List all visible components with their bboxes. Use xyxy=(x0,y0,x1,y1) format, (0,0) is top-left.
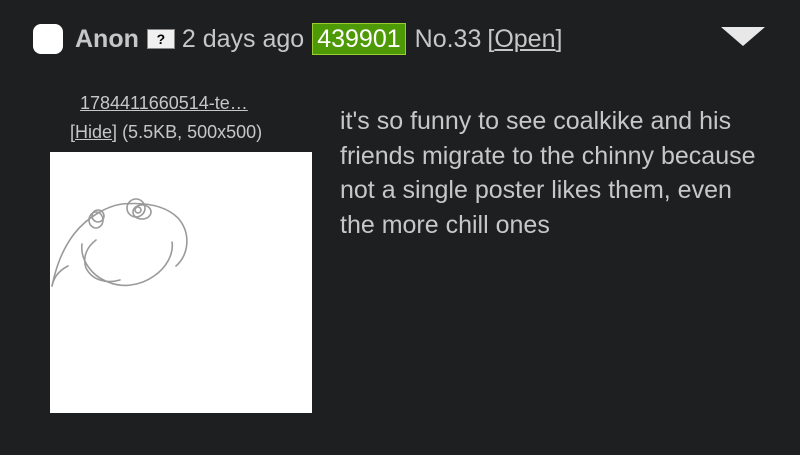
chevron-down-icon[interactable] xyxy=(721,27,765,46)
file-name-link[interactable]: 1784411660514-te… xyxy=(80,93,248,114)
post-header: Anon ? 2 days ago 439901 No.33 [Open] xyxy=(33,22,562,56)
post-select-checkbox[interactable] xyxy=(33,24,63,54)
post-number[interactable]: No.33 xyxy=(415,25,482,54)
unknown-flag-icon: ? xyxy=(146,29,175,49)
post-time: 2 days ago xyxy=(181,24,305,53)
poster-id-badge[interactable]: 439901 xyxy=(312,23,406,55)
file-meta: (5.5KB, 500x500) xyxy=(117,122,263,142)
smiley-drawing xyxy=(51,198,188,287)
open-link[interactable]: Open xyxy=(494,25,555,53)
hide-link[interactable]: Hide xyxy=(75,122,112,142)
file-info: [Hide] (5.5KB, 500x500) xyxy=(70,122,263,142)
open-link-wrapper: [Open] xyxy=(487,24,563,53)
post-comment: it's so funny to see coalkike and his fr… xyxy=(340,107,756,239)
file-thumbnail[interactable] xyxy=(50,152,312,413)
poster-name: Anon xyxy=(75,24,139,53)
